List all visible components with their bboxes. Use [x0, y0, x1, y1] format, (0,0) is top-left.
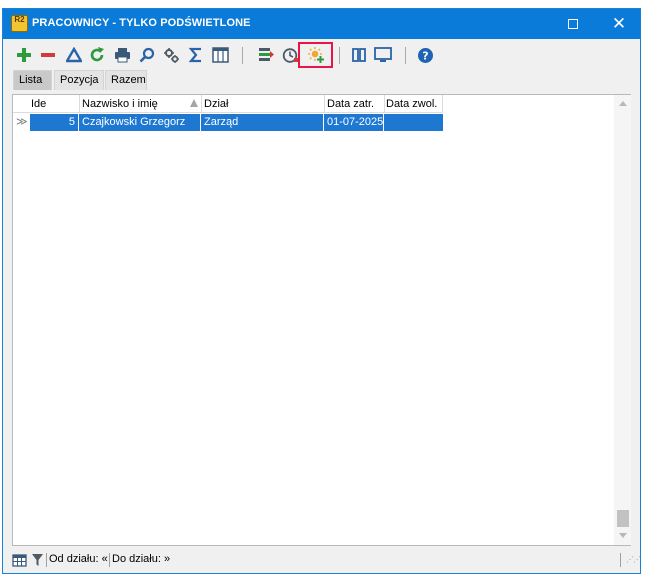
- edit-triangle-icon: [66, 47, 82, 63]
- sum-button[interactable]: [186, 45, 206, 65]
- search-icon: [139, 47, 155, 63]
- resize-grip-icon[interactable]: ⋰⋰: [626, 556, 641, 567]
- column-header-department[interactable]: Dział: [204, 98, 228, 110]
- column-header-hired[interactable]: Data zatr.: [327, 98, 374, 110]
- settings-icon: [163, 47, 179, 63]
- help-button[interactable]: ?: [415, 45, 435, 65]
- print-icon: [114, 48, 130, 63]
- close-icon: ✕: [611, 14, 627, 33]
- cell-hired[interactable]: 01-07-2025: [324, 114, 384, 131]
- current-row-icon: ≫: [16, 116, 28, 128]
- maximize-button[interactable]: [551, 9, 595, 39]
- title-bar[interactable]: R2 PRACOWNICY - TYLKO PODŚWIETLONE ✕: [3, 9, 640, 39]
- tab-lista[interactable]: Lista: [13, 70, 52, 90]
- column-header-name[interactable]: Nazwisko i imię: [82, 98, 158, 110]
- cell-name[interactable]: Czajkowski Grzegorz: [79, 114, 201, 131]
- column-divider[interactable]: [384, 95, 385, 113]
- employees-grid[interactable]: Ide Nazwisko i imię Dział Data zatr. Dat…: [12, 94, 631, 546]
- scroll-up-icon[interactable]: [619, 101, 627, 106]
- search-button[interactable]: [137, 45, 157, 65]
- sum-icon: [188, 47, 201, 63]
- edit-button[interactable]: [64, 45, 84, 65]
- scroll-down-icon[interactable]: [619, 533, 627, 538]
- grid-header: Ide Nazwisko i imię Dział Data zatr. Dat…: [13, 95, 443, 113]
- column-divider[interactable]: [79, 95, 80, 113]
- window-title: PRACOWNICY - TYLKO PODŚWIETLONE: [32, 17, 251, 29]
- highlight-rows-button[interactable]: [256, 45, 276, 65]
- add-button[interactable]: [14, 45, 34, 65]
- toolbar-separator: [242, 47, 243, 64]
- add-icon: [17, 48, 31, 62]
- svg-text:?: ?: [422, 49, 428, 62]
- close-button[interactable]: ✕: [597, 9, 641, 39]
- status-bar: Od działu: « Do działu: » ⋰⋰: [3, 547, 641, 573]
- employees-window: R2 PRACOWNICY - TYLKO PODŚWIETLONE ✕ ? L…: [2, 8, 641, 574]
- column-header-id[interactable]: Ide: [31, 98, 46, 110]
- add-highlight-button[interactable]: [306, 45, 326, 65]
- column-divider[interactable]: [442, 95, 443, 113]
- split-view-button[interactable]: [349, 45, 369, 65]
- status-separator: [620, 553, 621, 567]
- history-button[interactable]: [280, 45, 300, 65]
- app-logo-icon: R2: [11, 15, 28, 32]
- tab-pozycja[interactable]: Pozycja: [54, 70, 104, 90]
- vertical-scrollbar[interactable]: [614, 95, 631, 545]
- scroll-thumb[interactable]: [617, 510, 629, 527]
- cell-department[interactable]: Zarząd: [201, 114, 324, 131]
- help-icon: ?: [417, 47, 433, 63]
- monitor-icon: [374, 47, 392, 62]
- maximize-icon: [568, 19, 578, 29]
- table-row[interactable]: ≫ 5 Czajkowski Grzegorz Zarząd 01-07-202…: [13, 114, 443, 131]
- history-clock-icon: [282, 47, 298, 63]
- settings-button[interactable]: [161, 45, 181, 65]
- from-department-filter[interactable]: Od działu: «: [49, 553, 108, 565]
- remove-icon: [41, 53, 55, 57]
- split-view-icon: [352, 48, 366, 62]
- sort-ascending-icon: [190, 99, 198, 107]
- refresh-button[interactable]: [87, 45, 107, 65]
- cell-id[interactable]: 5: [30, 114, 79, 131]
- highlight-rows-icon: [258, 48, 274, 61]
- column-divider[interactable]: [201, 95, 202, 113]
- cell-fired[interactable]: [384, 114, 443, 131]
- add-highlight-icon: [308, 47, 324, 63]
- remove-button[interactable]: [38, 45, 58, 65]
- toolbar: ?: [3, 40, 640, 70]
- to-department-filter[interactable]: Do działu: »: [112, 553, 170, 565]
- monitor-button[interactable]: [373, 45, 393, 65]
- grid-settings-button[interactable]: [9, 550, 29, 570]
- tab-razem[interactable]: Razem: [105, 70, 147, 90]
- toolbar-separator: [339, 47, 340, 64]
- columns-icon: [211, 47, 229, 63]
- refresh-icon: [90, 47, 104, 62]
- table-icon: [11, 553, 27, 567]
- columns-button[interactable]: [210, 45, 230, 65]
- column-header-fired[interactable]: Data zwol.: [386, 98, 437, 110]
- toolbar-separator: [405, 47, 406, 64]
- print-button[interactable]: [112, 45, 132, 65]
- filter-button[interactable]: [27, 550, 47, 570]
- status-separator: [109, 553, 110, 567]
- filter-icon: [31, 554, 43, 566]
- status-separator: [46, 553, 47, 567]
- column-divider[interactable]: [324, 95, 325, 113]
